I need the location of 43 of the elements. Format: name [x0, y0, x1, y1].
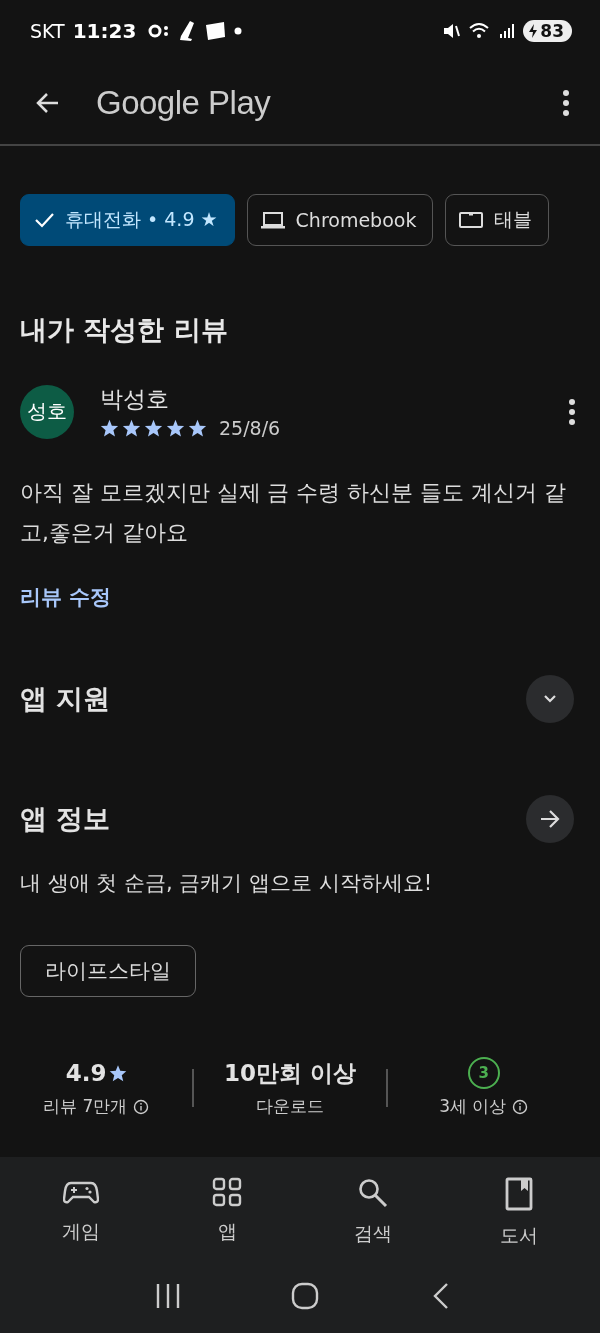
category-chip[interactable]: 라이프스타일: [20, 945, 196, 997]
info-icon[interactable]: [133, 1098, 150, 1115]
reviewer-name: 박성호: [100, 385, 170, 414]
user-avatar: 성호: [20, 384, 74, 439]
notification-icon: [148, 24, 171, 38]
battery-indicator: 83: [523, 20, 572, 42]
clock: 11:23: [72, 19, 137, 43]
nav-tab[interactable]: 게임: [21, 1171, 141, 1255]
device-filter-chip[interactable]: 휴대전화 • 4.9 ★: [20, 194, 235, 246]
mute-icon: [443, 22, 462, 40]
info-icon[interactable]: [512, 1098, 529, 1115]
nav-tab[interactable]: 앱: [167, 1171, 287, 1255]
more-vertical-icon: [568, 397, 576, 426]
forward-arrow-button[interactable]: [526, 795, 574, 843]
section-heading: 내가 작성한 리뷰: [20, 313, 228, 347]
edit-review-link[interactable]: 리뷰 수정: [20, 583, 112, 611]
section-heading: 앱 지원: [20, 682, 111, 716]
home-button[interactable]: [290, 1281, 320, 1311]
star-icon: [108, 1064, 127, 1082]
laptop-icon: [259, 209, 286, 231]
age-rating-badge: 3: [467, 1057, 500, 1089]
app-title: Google Play: [96, 84, 272, 122]
review-text: 아직 잘 모르겠지만 실제 금 수령 하신분 들도 계신거 같고,좋은거 같아요: [20, 479, 567, 547]
stat-label: 3세 이상: [439, 1095, 507, 1118]
dot-icon: [234, 27, 243, 35]
tablet-icon: [458, 209, 485, 231]
more-vertical-icon: [562, 89, 570, 117]
stat-label: 다운로드: [256, 1095, 324, 1118]
grid-icon: [212, 1177, 242, 1207]
carrier: SKT: [30, 20, 65, 42]
section-heading: 앱 정보: [20, 802, 111, 836]
device-filter-chip[interactable]: 태블: [445, 194, 550, 246]
device-filter-chip[interactable]: Chromebook: [246, 194, 434, 246]
stat-value: 4.9: [65, 1060, 107, 1086]
stat-label: 리뷰 7만개: [43, 1095, 128, 1118]
book-icon: [505, 1177, 533, 1211]
nav-tab[interactable]: 도서: [459, 1171, 579, 1255]
signal-icon: [499, 23, 516, 39]
stat-value: 10만회 이상: [224, 1058, 356, 1088]
nav-tab[interactable]: 검색: [313, 1171, 433, 1255]
app-description: 내 생애 첫 순금, 금캐기 앱으로 시작하세요!: [20, 870, 433, 897]
review-date: 25/8/6: [219, 417, 281, 439]
search-icon: [357, 1177, 389, 1209]
